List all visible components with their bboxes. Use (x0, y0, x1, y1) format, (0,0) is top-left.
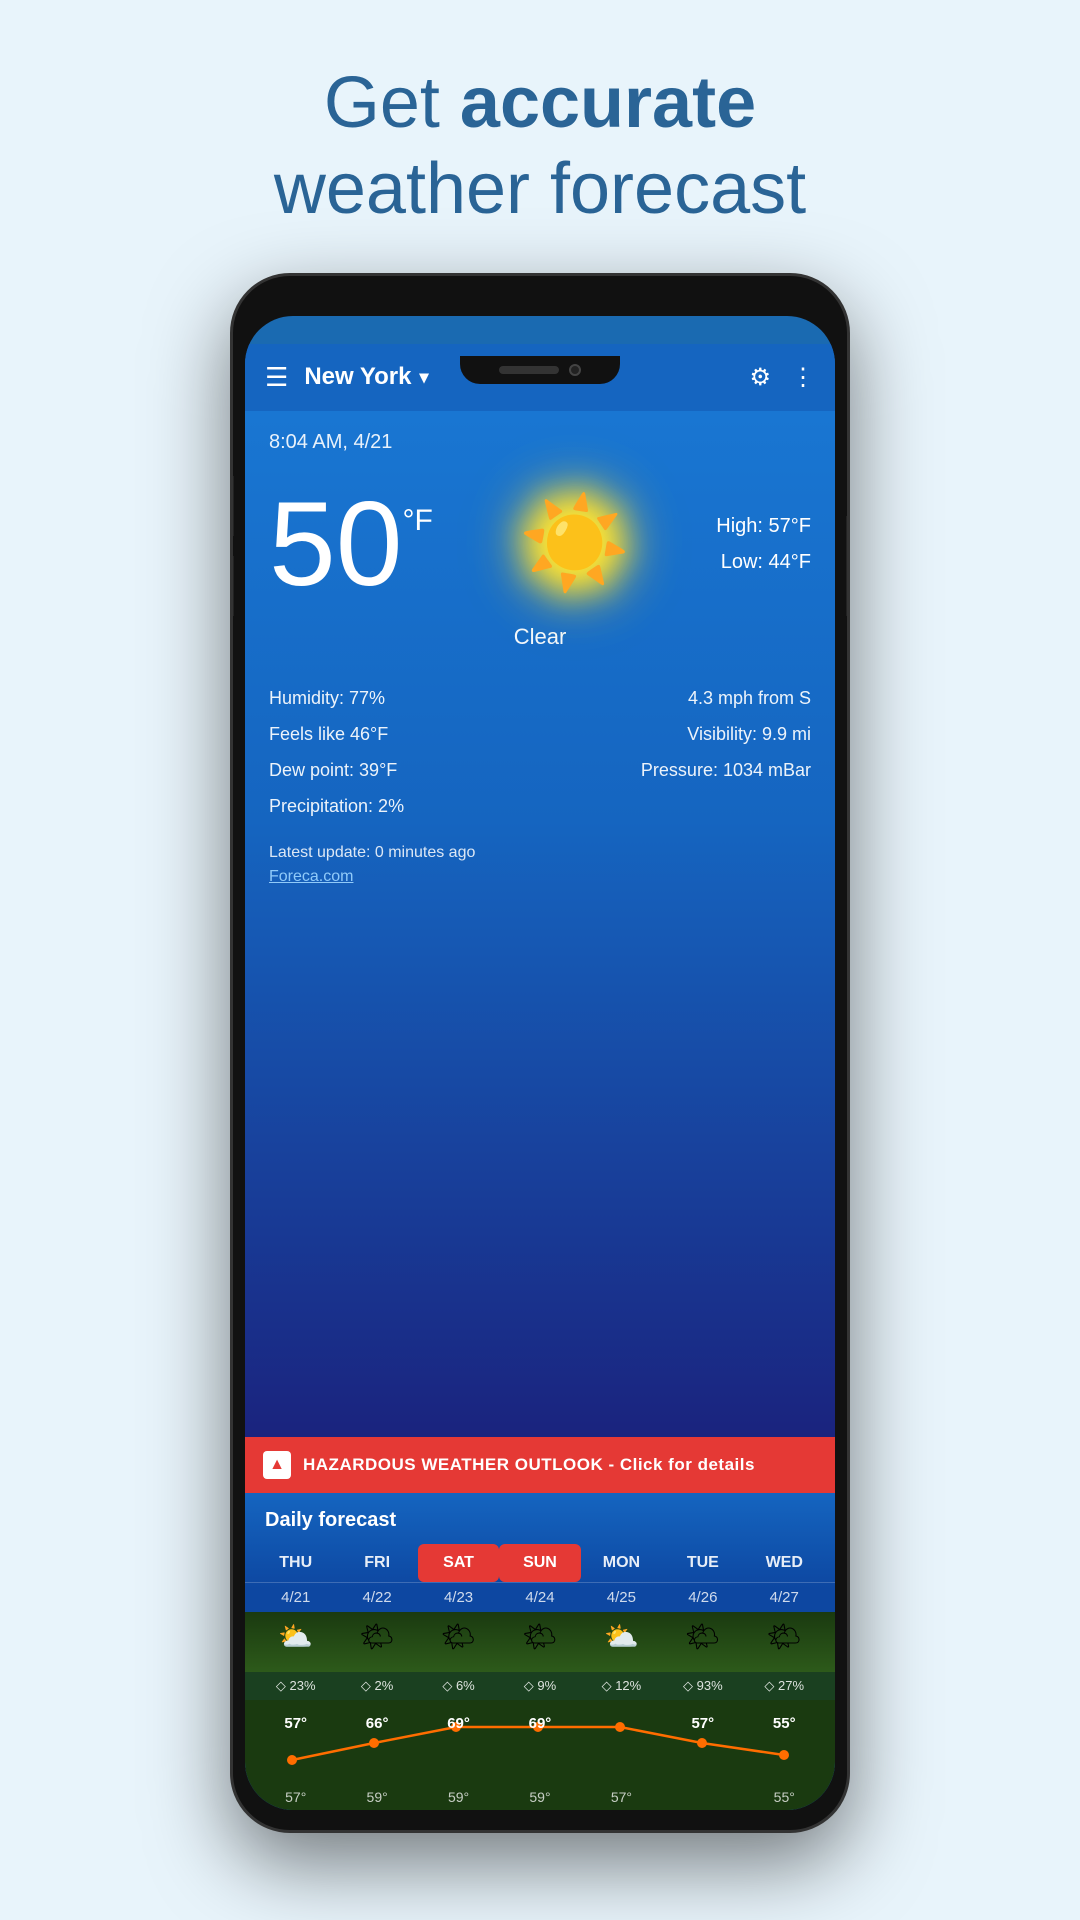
weather-icon-mon: ⛅ (581, 1620, 662, 1664)
date-425: 4/25 (581, 1589, 662, 1606)
side-button-power (846, 516, 850, 616)
high-temps-row: 57° 66° 69° 69° 57° 55° (245, 1710, 835, 1737)
low-temp-wed: 55° (744, 1789, 825, 1805)
date-421: 4/21 (255, 1589, 336, 1606)
forecast-dates-row: 4/21 4/22 4/23 4/24 4/25 4/26 4/27 (245, 1583, 835, 1612)
details-left: Humidity: 77% Feels like 46°F Dew point:… (269, 680, 535, 824)
temperature-unit: °F (402, 504, 432, 538)
weather-icon-wed: 🌤 (744, 1620, 825, 1664)
high-temp-mon (581, 1715, 662, 1732)
weather-icon-sat: 🌤 (418, 1620, 499, 1664)
forecast-day-fri[interactable]: FRI (336, 1544, 417, 1582)
weather-icon-thu: ⛅ (255, 1620, 336, 1664)
weather-icon-fri: 🌤 (336, 1620, 417, 1664)
header-bold-text: accurate (460, 63, 756, 143)
phone-notch (460, 356, 620, 384)
forecast-day-sat[interactable]: SAT (418, 1544, 499, 1582)
low-temp-sat: 59° (418, 1789, 499, 1805)
side-button-volume-down (230, 556, 234, 616)
forecast-day-thu[interactable]: THU (255, 1544, 336, 1582)
high-temp-fri: 66° (336, 1715, 417, 1732)
hamburger-menu-icon[interactable]: ☰ (265, 362, 288, 393)
high-low-block: High: 57°F Low: 44°F (716, 508, 811, 580)
low-temp-tue (662, 1789, 743, 1805)
forecast-icons-row: ⛅ 🌤 🌤 🌤 ⛅ 🌤 🌤 (245, 1612, 835, 1672)
low-temp-thu: 57° (255, 1789, 336, 1805)
precip-tue: ◇ 93% (662, 1678, 743, 1694)
current-weather-block: 50 °F ☀️ High: 57°F Low: 44°F (269, 484, 811, 604)
precip-thu: ◇ 23% (255, 1678, 336, 1694)
more-options-icon[interactable]: ⋮ (791, 363, 815, 392)
sun-icon: ☀️ (519, 491, 631, 596)
precip-wed: ◇ 27% (744, 1678, 825, 1694)
weather-main: 8:04 AM, 4/21 50 °F ☀️ High: 57°F Low: 4… (245, 411, 835, 1437)
warning-icon: ▲ (263, 1451, 291, 1479)
date-427: 4/27 (744, 1589, 825, 1606)
alert-text: HAZARDOUS WEATHER OUTLOOK - Click for de… (303, 1455, 755, 1475)
dew-point-value: Dew point: 39°F (269, 752, 535, 788)
precip-sun: ◇ 9% (499, 1678, 580, 1694)
low-temps-row: 57° 59° 59° 59° 57° 55° (245, 1729, 835, 1810)
precipitation-value: Precipitation: 2% (269, 788, 535, 824)
precip-sat: ◇ 6% (418, 1678, 499, 1694)
forecast-section: Daily forecast THU FRI SAT SUN MON TUE W… (245, 1493, 835, 1810)
update-info: Latest update: 0 minutes ago (269, 844, 811, 862)
phone-screen: ☰ New York ▾ ⚙ ⋮ 8:04 AM, 4/21 50 °F ☀️ … (245, 316, 835, 1810)
header-line2: weather forecast (274, 146, 806, 232)
high-temp: High: 57°F (716, 508, 811, 544)
speaker-grill (499, 366, 559, 374)
forecast-precip-row: ◇ 23% ◇ 2% ◇ 6% ◇ 9% ◇ 12% ◇ 93% ◇ 27% (245, 1672, 835, 1700)
datetime-display: 8:04 AM, 4/21 (269, 431, 811, 454)
precip-mon: ◇ 12% (581, 1678, 662, 1694)
page-header: Get accurate weather forecast (274, 60, 806, 233)
date-422: 4/22 (336, 1589, 417, 1606)
city-name: New York (304, 363, 411, 391)
forecast-day-mon[interactable]: MON (581, 1544, 662, 1582)
date-424: 4/24 (499, 1589, 580, 1606)
high-temp-sun: 69° (499, 1715, 580, 1732)
side-button-volume-up (230, 476, 234, 536)
low-temp-sun: 59° (499, 1789, 580, 1805)
date-426: 4/26 (662, 1589, 743, 1606)
high-temp-sat: 69° (418, 1715, 499, 1732)
high-temp-tue: 57° (662, 1715, 743, 1732)
forecast-header: Daily forecast (245, 1493, 835, 1544)
low-temp: Low: 44°F (716, 544, 811, 580)
weather-icon-tue: 🌤 (662, 1620, 743, 1664)
phone-frame: ☰ New York ▾ ⚙ ⋮ 8:04 AM, 4/21 50 °F ☀️ … (230, 273, 850, 1833)
high-temp-thu: 57° (255, 1715, 336, 1732)
wind-value: 4.3 mph from S (545, 680, 811, 716)
forecast-days-row: THU FRI SAT SUN MON TUE WED (245, 1544, 835, 1583)
header-normal-text: Get (324, 63, 460, 143)
front-camera (569, 364, 581, 376)
precip-fri: ◇ 2% (336, 1678, 417, 1694)
high-temp-wed: 55° (744, 1715, 825, 1732)
details-right: 4.3 mph from S Visibility: 9.9 mi Pressu… (545, 680, 811, 824)
feels-like-value: Feels like 46°F (269, 716, 535, 752)
weather-icon-sun: 🌤 (499, 1620, 580, 1664)
temperature-chart: 57° 66° 69° 69° 57° 55° 57° 59° 59° 59° … (245, 1700, 835, 1810)
settings-icon[interactable]: ⚙ (749, 363, 771, 392)
temperature-block: 50 °F (269, 484, 433, 604)
weather-details: Humidity: 77% Feels like 46°F Dew point:… (269, 680, 811, 824)
app-bar-icons: ⚙ ⋮ (749, 363, 815, 392)
low-temp-fri: 59° (336, 1789, 417, 1805)
visibility-value: Visibility: 9.9 mi (545, 716, 811, 752)
forecast-day-wed[interactable]: WED (744, 1544, 825, 1582)
pressure-value: Pressure: 1034 mBar (545, 752, 811, 788)
low-temp-mon: 57° (581, 1789, 662, 1805)
forecast-day-sun[interactable]: SUN (499, 1544, 580, 1582)
humidity-value: Humidity: 77% (269, 680, 535, 716)
condition-label: Clear (269, 624, 811, 650)
forecast-day-tue[interactable]: TUE (662, 1544, 743, 1582)
date-423: 4/23 (418, 1589, 499, 1606)
foreca-link[interactable]: Foreca.com (269, 868, 811, 886)
temperature-value: 50 (269, 484, 402, 604)
chevron-down-icon: ▾ (419, 367, 428, 388)
alert-banner[interactable]: ▲ HAZARDOUS WEATHER OUTLOOK - Click for … (245, 1437, 835, 1493)
